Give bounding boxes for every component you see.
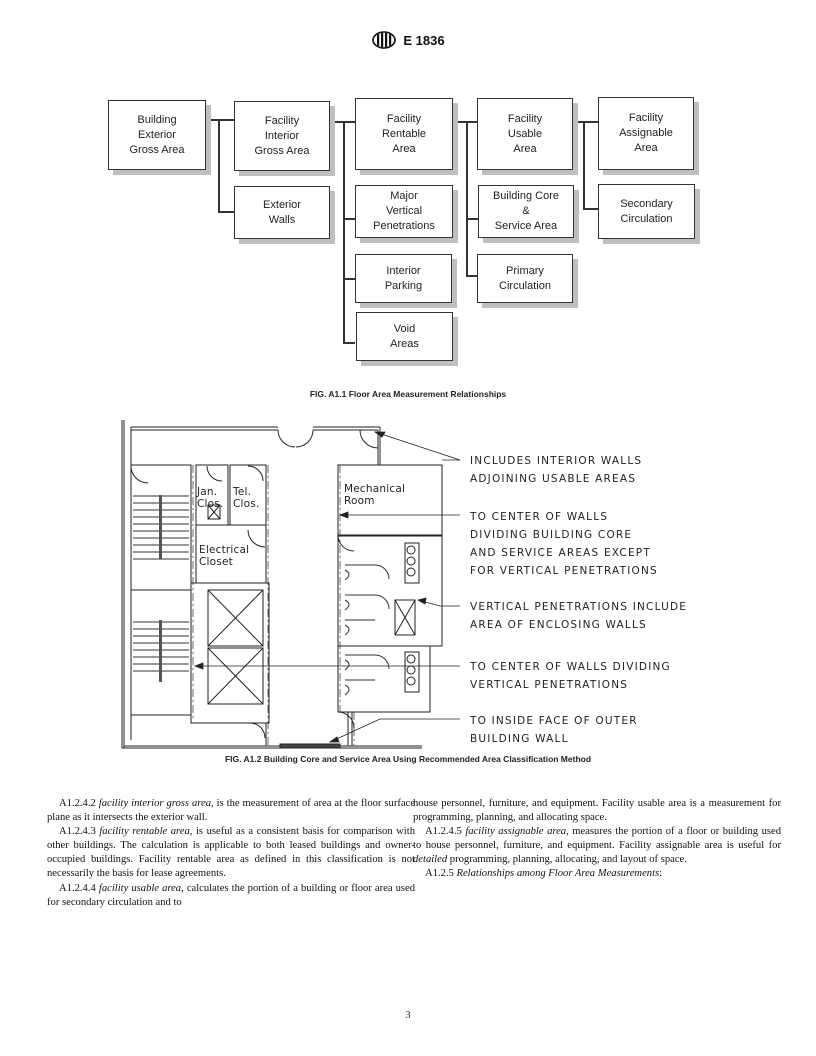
room-label-mechanical-room: Mechanical Room [344, 483, 406, 507]
box-void-areas: Void Areas [356, 312, 453, 361]
room-label-janitor-closet: Jan. Clos. [197, 486, 224, 510]
box-building-exterior-gross-area: Building Exterior Gross Area [108, 100, 206, 170]
box-interior-parking: Interior Parking [355, 254, 452, 303]
connector [583, 208, 598, 210]
note-interior-walls: INCLUDES INTERIOR WALLS ADJOINING USABLE… [470, 455, 643, 485]
connector [206, 119, 234, 121]
connector [218, 211, 234, 213]
room-label-electrical-closet: Electrical Closet [199, 544, 250, 568]
paragraph-a1-2-4-4-continued: house personnel, furniture, and equipmen… [413, 798, 781, 824]
page-number: 3 [405, 1010, 411, 1021]
section-a1-2-5-heading: A1.2.5 Relationships among Floor Area Me… [425, 868, 663, 880]
connector [343, 342, 355, 344]
paragraph-a1-2-4-4: A1.2.4.4 facility usable area, calculate… [47, 882, 416, 908]
text-column-left: A1.2.4.2 facility interior gross area, i… [47, 797, 415, 910]
box-facility-assignable-area: Facility Assignable Area [598, 97, 694, 170]
box-major-vertical-penetrations: Major Vertical Penetrations [355, 185, 453, 238]
box-facility-interior-gross-area: Facility Interior Gross Area [234, 101, 330, 171]
connector [466, 218, 478, 220]
paragraph-a1-2-4-2: A1.2.4.2 facility interior gross area, i… [47, 798, 415, 824]
room-label-telephone-closet: Tel. Clos. [233, 486, 260, 510]
note-inside-face-outer-wall: TO INSIDE FACE OF OUTER BUILDING WALL [470, 715, 638, 745]
figure-floor-area-relationships: Building Exterior Gross Area Facility In… [0, 0, 816, 400]
connector [583, 121, 585, 209]
box-facility-usable-area: Facility Usable Area [477, 98, 573, 170]
figure1-caption: FIG. A1.1 Floor Area Measurement Relatio… [309, 389, 507, 399]
connector [343, 278, 355, 280]
connector [343, 121, 345, 343]
text-column-right: house personnel, furniture, and equipmen… [413, 797, 781, 882]
connector [343, 218, 355, 220]
paragraph-a1-2-4-3: A1.2.4.3 facility rentable area, is usef… [47, 826, 415, 880]
note-vertical-penetrations: VERTICAL PENETRATIONS INCLUDE AREA OF EN… [470, 601, 688, 631]
connector [466, 121, 468, 276]
connector [573, 121, 598, 123]
note-center-of-walls-vertical: TO CENTER OF WALLS DIVIDING VERTICAL PEN… [470, 661, 671, 691]
paragraph-a1-2-4-5: A1.2.4.5 facility assignable area, measu… [413, 826, 782, 866]
box-exterior-walls: Exterior Walls [234, 186, 330, 239]
box-facility-rentable-area: Facility Rentable Area [355, 98, 453, 170]
connector [218, 119, 220, 212]
box-primary-circulation: Primary Circulation [477, 254, 573, 303]
note-center-of-walls-core: TO CENTER OF WALLS DIVIDING BUILDING COR… [470, 511, 658, 577]
figure2-caption: FIG. A1.2 Building Core and Service Area… [224, 754, 592, 764]
box-secondary-circulation: Secondary Circulation [598, 184, 695, 239]
box-building-core-service-area: Building Core & Service Area [478, 185, 574, 238]
